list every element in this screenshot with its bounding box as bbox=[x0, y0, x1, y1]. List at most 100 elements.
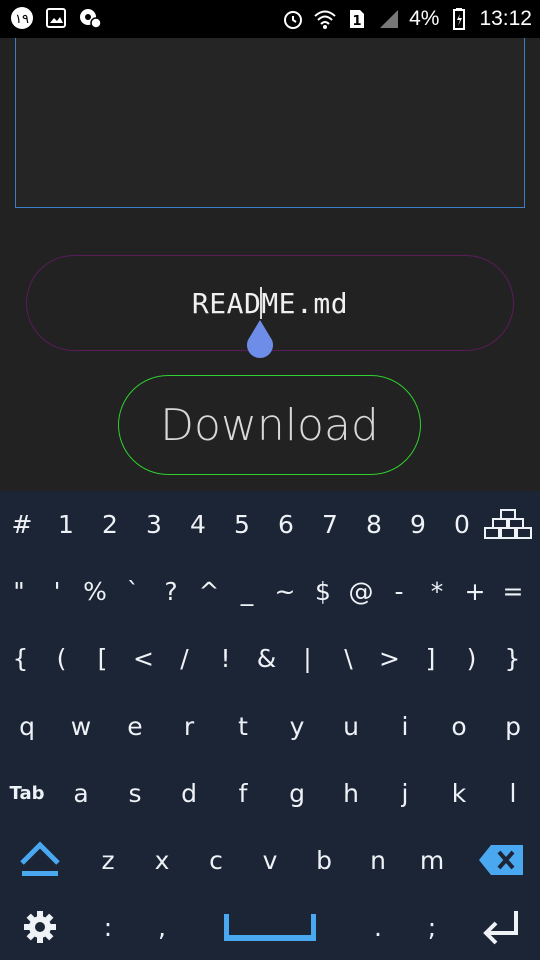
content-text-area[interactable] bbox=[15, 38, 525, 208]
key[interactable]: 0 bbox=[440, 491, 484, 557]
key[interactable]: ^ bbox=[190, 558, 228, 624]
key[interactable]: ! bbox=[205, 625, 246, 691]
key[interactable]: 7 bbox=[308, 491, 352, 557]
key[interactable]: { bbox=[0, 625, 41, 691]
key[interactable]: / bbox=[164, 625, 205, 691]
key[interactable]: " bbox=[0, 558, 38, 624]
key[interactable]: } bbox=[492, 625, 533, 691]
download-label: Download bbox=[160, 399, 379, 451]
battery-icon bbox=[447, 7, 471, 31]
signal-icon bbox=[377, 7, 401, 31]
settings-notification-icon bbox=[78, 6, 102, 30]
key[interactable]: i bbox=[378, 693, 432, 759]
key[interactable]: ` bbox=[114, 558, 152, 624]
gallery-icon bbox=[44, 6, 68, 30]
key[interactable]: a bbox=[54, 760, 108, 826]
key[interactable]: 3 bbox=[132, 491, 176, 557]
key[interactable]: o bbox=[432, 693, 486, 759]
backspace-icon[interactable] bbox=[466, 827, 536, 893]
notif-badge-text: ١٩ bbox=[15, 12, 29, 27]
key[interactable]: = bbox=[494, 558, 532, 624]
key[interactable]: ) bbox=[451, 625, 492, 691]
sim-number: 1 bbox=[353, 14, 362, 29]
text-cursor bbox=[260, 287, 262, 319]
key[interactable]: n bbox=[351, 827, 405, 893]
key[interactable]: - bbox=[380, 558, 418, 624]
key[interactable]: r bbox=[162, 693, 216, 759]
key[interactable]: 1 bbox=[44, 491, 88, 557]
filename-value: README.md bbox=[191, 286, 349, 320]
key[interactable]: d bbox=[162, 760, 216, 826]
key[interactable]: ( bbox=[41, 625, 82, 691]
key[interactable]: , bbox=[138, 894, 186, 960]
key[interactable]: h bbox=[324, 760, 378, 826]
key[interactable]: z bbox=[81, 827, 135, 893]
key[interactable]: ] bbox=[410, 625, 451, 691]
enter-icon[interactable] bbox=[470, 894, 534, 960]
key[interactable]: > bbox=[369, 625, 410, 691]
key[interactable]: l bbox=[486, 760, 540, 826]
tab-key[interactable]: Tab bbox=[0, 760, 54, 826]
key[interactable]: k bbox=[432, 760, 486, 826]
settings-gear-icon[interactable] bbox=[10, 894, 70, 960]
key[interactable]: 9 bbox=[396, 491, 440, 557]
keyboard-row-qwerty: q w e r t y u i o p bbox=[0, 693, 540, 759]
key[interactable]: [ bbox=[82, 625, 123, 691]
key[interactable]: ? bbox=[152, 558, 190, 624]
key[interactable]: g bbox=[270, 760, 324, 826]
sim-icon: 1 bbox=[345, 7, 369, 31]
keyboard-layout-icon[interactable] bbox=[482, 491, 534, 557]
key[interactable]: # bbox=[0, 491, 44, 557]
key[interactable]: & bbox=[246, 625, 287, 691]
shift-icon[interactable] bbox=[0, 827, 80, 893]
key[interactable]: c bbox=[189, 827, 243, 893]
key[interactable]: \ bbox=[328, 625, 369, 691]
key[interactable]: 5 bbox=[220, 491, 264, 557]
key[interactable]: @ bbox=[342, 558, 380, 624]
key[interactable]: ; bbox=[408, 894, 456, 960]
key[interactable]: e bbox=[108, 693, 162, 759]
key[interactable]: : bbox=[84, 894, 132, 960]
download-button[interactable]: Download bbox=[118, 375, 421, 475]
keyboard-row-symbols-1: " ' % ` ? ^ _ ~ $ @ - * + = bbox=[0, 558, 540, 624]
keyboard-row-asdf: Tab a s d f g h j k l bbox=[0, 760, 540, 826]
key[interactable]: m bbox=[405, 827, 459, 893]
key[interactable]: * bbox=[418, 558, 456, 624]
key[interactable]: 8 bbox=[352, 491, 396, 557]
key[interactable]: < bbox=[123, 625, 164, 691]
key[interactable]: f bbox=[216, 760, 270, 826]
keyboard-row-bottom: : , . ; bbox=[0, 894, 540, 960]
key[interactable]: ~ bbox=[266, 558, 304, 624]
key[interactable]: u bbox=[324, 693, 378, 759]
key[interactable]: % bbox=[76, 558, 114, 624]
battery-percent: 4% bbox=[409, 7, 440, 30]
key[interactable]: q bbox=[0, 693, 54, 759]
key[interactable]: y bbox=[270, 693, 324, 759]
key[interactable]: 4 bbox=[176, 491, 220, 557]
notification-count-icon: ١٩ bbox=[10, 6, 34, 30]
key[interactable]: p bbox=[486, 693, 540, 759]
keyboard-row-symbols-2: { ( [ < / ! & | \ > ] ) } bbox=[0, 625, 540, 691]
soft-keyboard: # 1 2 3 4 5 6 7 8 9 0 " ' % ` ? ^ _ ~ $ … bbox=[0, 491, 540, 960]
key[interactable]: + bbox=[456, 558, 494, 624]
key[interactable]: . bbox=[354, 894, 402, 960]
key[interactable]: t bbox=[216, 693, 270, 759]
key[interactable]: w bbox=[54, 693, 108, 759]
key[interactable]: ' bbox=[38, 558, 76, 624]
key[interactable]: b bbox=[297, 827, 351, 893]
key[interactable]: x bbox=[135, 827, 189, 893]
key[interactable]: 2 bbox=[88, 491, 132, 557]
key[interactable]: v bbox=[243, 827, 297, 893]
key[interactable]: | bbox=[287, 625, 328, 691]
keyboard-row-zxcv: z x c v b n m bbox=[0, 827, 540, 893]
key[interactable]: 6 bbox=[264, 491, 308, 557]
clock: 13:12 bbox=[479, 7, 532, 30]
spacebar[interactable] bbox=[196, 894, 344, 960]
key[interactable]: j bbox=[378, 760, 432, 826]
key[interactable]: $ bbox=[304, 558, 342, 624]
alarm-icon bbox=[281, 7, 305, 31]
key[interactable]: _ bbox=[228, 558, 266, 624]
wifi-icon bbox=[313, 7, 337, 31]
key[interactable]: s bbox=[108, 760, 162, 826]
cursor-handle-icon[interactable] bbox=[244, 318, 276, 358]
